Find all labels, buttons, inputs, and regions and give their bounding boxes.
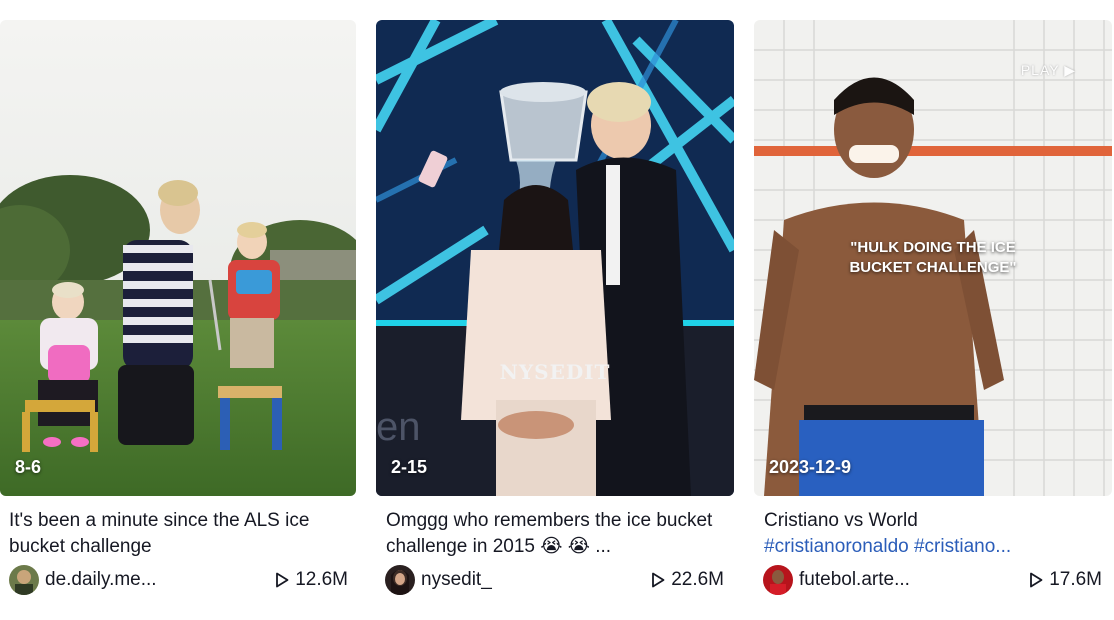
view-count: 12.6M — [275, 569, 348, 591]
view-count-value: 12.6M — [295, 569, 348, 590]
author-avatar[interactable] — [9, 565, 39, 595]
video-meta: de.daily.me... 12.6M — [0, 565, 358, 595]
view-count-value: 17.6M — [1049, 569, 1102, 590]
video-date: 2023-12-9 — [769, 457, 852, 477]
video-caption[interactable]: Cristiano vs World #cristianoronaldo #cr… — [754, 508, 1112, 560]
view-count-value: 22.6M — [671, 569, 724, 590]
author-link[interactable]: nysedit_ — [385, 565, 492, 595]
overlay-line-1: "HULK DOING THE ICE — [850, 239, 1016, 256]
svg-text:en: en — [376, 405, 421, 449]
play-text: PLAY ▶ — [1020, 62, 1076, 78]
author-link[interactable]: futebol.arte... — [763, 565, 910, 595]
author-name[interactable]: nysedit_ — [421, 569, 492, 591]
video-caption[interactable]: It's been a minute since the ALS ice buc… — [0, 508, 358, 560]
video-card[interactable]: "HULK DOING THE ICE BUCKET CHALLENGE" PL… — [754, 20, 1112, 595]
view-count: 17.6M — [1029, 569, 1102, 591]
video-caption[interactable]: Omggg who remembers the ice bucket chall… — [376, 508, 734, 560]
video-card[interactable]: 8-6 It's been a minute since the ALS ice… — [0, 20, 358, 595]
thumbnail-image: en — [376, 20, 734, 496]
overlay-text: "HULK DOING THE ICE BUCKET CHALLENGE" — [754, 238, 1112, 278]
author-name[interactable]: de.daily.me... — [45, 569, 157, 591]
overlay-line-2: BUCKET CHALLENGE" — [849, 259, 1017, 276]
video-meta: futebol.arte... 17.6M — [754, 565, 1112, 595]
caption-hashtags[interactable]: #cristianoronaldo #cristiano... — [764, 534, 1104, 560]
caption-emoji: 😭 😭 ... — [540, 536, 612, 557]
view-count: 22.6M — [651, 569, 724, 591]
caption-text: Cristiano vs World — [764, 510, 918, 531]
play-outline-icon — [1029, 572, 1043, 588]
author-avatar[interactable] — [763, 565, 793, 595]
video-date: 8-6 — [15, 457, 42, 477]
author-avatar[interactable] — [385, 565, 415, 595]
thumbnail-image — [0, 20, 356, 496]
video-card[interactable]: en NYSEDIT 2-15 Omggg who remembers the … — [376, 20, 734, 595]
video-thumbnail[interactable]: 8-6 — [0, 20, 356, 496]
play-outline-icon — [651, 572, 665, 588]
watermark-text: NYSEDIT — [499, 360, 611, 384]
video-meta: nysedit_ 22.6M — [376, 565, 734, 595]
video-date: 2-15 — [391, 457, 428, 477]
video-thumbnail[interactable]: "HULK DOING THE ICE BUCKET CHALLENGE" PL… — [754, 20, 1112, 496]
video-thumbnail[interactable]: en NYSEDIT 2-15 — [376, 20, 734, 496]
author-link[interactable]: de.daily.me... — [9, 565, 157, 595]
author-name[interactable]: futebol.arte... — [799, 569, 910, 591]
play-outline-icon — [275, 572, 289, 588]
